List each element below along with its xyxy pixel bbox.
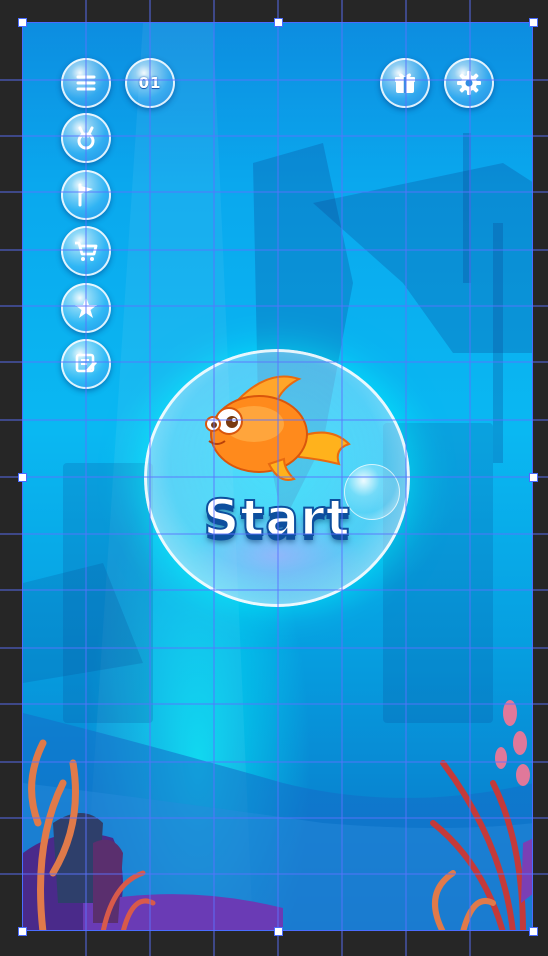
resize-handle-bottom[interactable] bbox=[274, 927, 283, 936]
resize-handle-bottom-right[interactable] bbox=[529, 927, 538, 936]
start-button[interactable]: Start bbox=[144, 349, 410, 607]
star-icon bbox=[75, 297, 97, 318]
notes-icon bbox=[75, 353, 97, 373]
achievements-button[interactable] bbox=[61, 113, 111, 163]
level-number: 01 bbox=[138, 74, 162, 92]
resize-handle-top-right[interactable] bbox=[529, 18, 538, 27]
resize-handle-right[interactable] bbox=[529, 473, 538, 482]
start-label: Start bbox=[202, 488, 351, 548]
shop-button[interactable] bbox=[61, 226, 111, 276]
gear-icon bbox=[457, 71, 481, 95]
menu-button[interactable] bbox=[61, 58, 111, 108]
medal-icon bbox=[77, 126, 95, 150]
cart-icon bbox=[75, 241, 98, 261]
menu-icon bbox=[76, 75, 96, 91]
resize-handle-bottom-left[interactable] bbox=[18, 927, 27, 936]
goldfish-icon bbox=[205, 375, 351, 481]
level-badge[interactable]: 01 bbox=[125, 58, 175, 108]
game-screen: 01 Start bbox=[22, 22, 533, 931]
flag-icon bbox=[78, 183, 93, 207]
levels-button[interactable] bbox=[61, 170, 111, 220]
rate-button[interactable] bbox=[61, 283, 111, 333]
resize-handle-top[interactable] bbox=[274, 18, 283, 27]
resize-handle-left[interactable] bbox=[18, 473, 27, 482]
settings-button[interactable] bbox=[444, 58, 494, 108]
gift-button[interactable] bbox=[380, 58, 430, 108]
notes-button[interactable] bbox=[61, 339, 111, 389]
resize-handle-top-left[interactable] bbox=[18, 18, 27, 27]
gift-icon bbox=[395, 73, 415, 93]
